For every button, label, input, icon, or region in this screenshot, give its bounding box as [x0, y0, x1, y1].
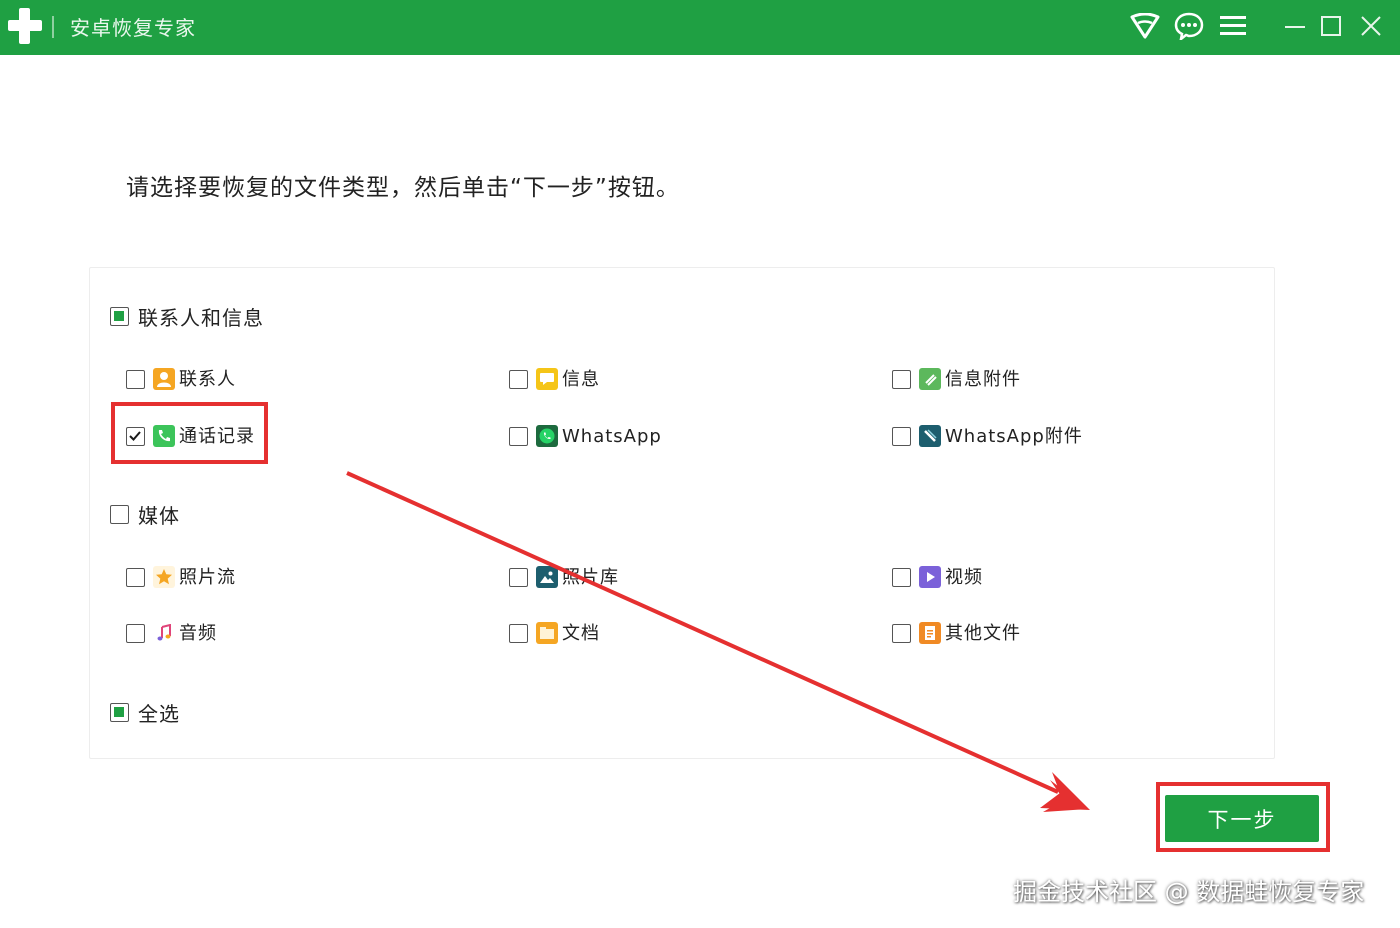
star-icon [153, 566, 175, 588]
close-icon[interactable] [1352, 8, 1390, 44]
photo-stream-label: 照片流 [179, 567, 236, 588]
option-documents[interactable]: 文档 [509, 621, 729, 647]
music-icon [153, 622, 175, 644]
option-photo-library[interactable]: 照片库 [509, 565, 729, 591]
media-group-checkbox[interactable] [110, 505, 129, 524]
option-videos[interactable]: 视频 [892, 565, 1112, 591]
whatsapp-attachment-icon [919, 425, 941, 447]
select-all-checkbox[interactable] [110, 703, 129, 722]
audio-checkbox[interactable] [126, 624, 145, 643]
messages-checkbox[interactable] [509, 370, 528, 389]
contacts-messages-group-label: 联系人和信息 [138, 306, 264, 330]
photo-stream-checkbox[interactable] [126, 568, 145, 587]
whatsapp-checkbox[interactable] [509, 427, 528, 446]
maximize-icon[interactable] [1312, 8, 1350, 44]
app-logo-icon [8, 8, 42, 44]
chat-icon[interactable] [1170, 8, 1208, 44]
videos-checkbox[interactable] [892, 568, 911, 587]
title-separator [52, 16, 54, 38]
video-icon [919, 566, 941, 588]
contacts-messages-group-checkbox[interactable] [110, 307, 129, 326]
picture-icon [536, 566, 558, 588]
file-type-panel: 联系人和信息 联系人 信息 信息附件 通话记录 WhatsApp WhatsAp… [89, 267, 1275, 759]
folder-icon [536, 622, 558, 644]
menu-icon[interactable] [1214, 8, 1252, 44]
option-photo-stream[interactable]: 照片流 [126, 565, 346, 591]
message-icon [536, 368, 558, 390]
wifi-icon[interactable] [1126, 8, 1164, 44]
whatsapp-label: WhatsApp [562, 426, 662, 447]
title-bar: 安卓恢复专家 [0, 0, 1400, 55]
option-audio[interactable]: 音频 [126, 621, 346, 647]
documents-checkbox[interactable] [509, 624, 528, 643]
other-files-checkbox[interactable] [892, 624, 911, 643]
next-button[interactable]: 下一步 [1165, 795, 1319, 842]
media-group-label: 媒体 [138, 504, 180, 528]
instruction-text: 请选择要恢复的文件类型，然后单击“下一步”按钮。 [126, 175, 680, 201]
whatsapp-icon [536, 425, 558, 447]
photo-library-checkbox[interactable] [509, 568, 528, 587]
option-other-files[interactable]: 其他文件 [892, 621, 1132, 647]
whatsapp-attachments-label: WhatsApp附件 [945, 426, 1083, 447]
option-contacts[interactable]: 联系人 [126, 367, 346, 393]
contacts-checkbox[interactable] [126, 370, 145, 389]
option-message-attachments[interactable]: 信息附件 [892, 367, 1132, 393]
file-icon [919, 622, 941, 644]
contacts-label: 联系人 [179, 369, 236, 390]
option-whatsapp-attachments[interactable]: WhatsApp附件 [892, 424, 1172, 450]
option-messages[interactable]: 信息 [509, 367, 729, 393]
documents-label: 文档 [562, 623, 600, 644]
audio-label: 音频 [179, 623, 217, 644]
watermark-text: 掘金技术社区 @ 数据蛙恢复专家 [1013, 878, 1365, 906]
contact-icon [153, 368, 175, 390]
videos-label: 视频 [945, 567, 983, 588]
whatsapp-attachments-checkbox[interactable] [892, 427, 911, 446]
app-title: 安卓恢复专家 [70, 16, 196, 40]
select-all-label: 全选 [138, 702, 180, 726]
minimize-icon[interactable] [1276, 8, 1314, 44]
messages-label: 信息 [562, 369, 600, 390]
other-files-label: 其他文件 [945, 623, 1021, 644]
message-attachments-checkbox[interactable] [892, 370, 911, 389]
message-attachments-label: 信息附件 [945, 369, 1021, 390]
call-logs-highlight-box [111, 402, 268, 464]
option-whatsapp[interactable]: WhatsApp [509, 424, 749, 450]
photo-library-label: 照片库 [562, 567, 619, 588]
attachment-icon [919, 368, 941, 390]
